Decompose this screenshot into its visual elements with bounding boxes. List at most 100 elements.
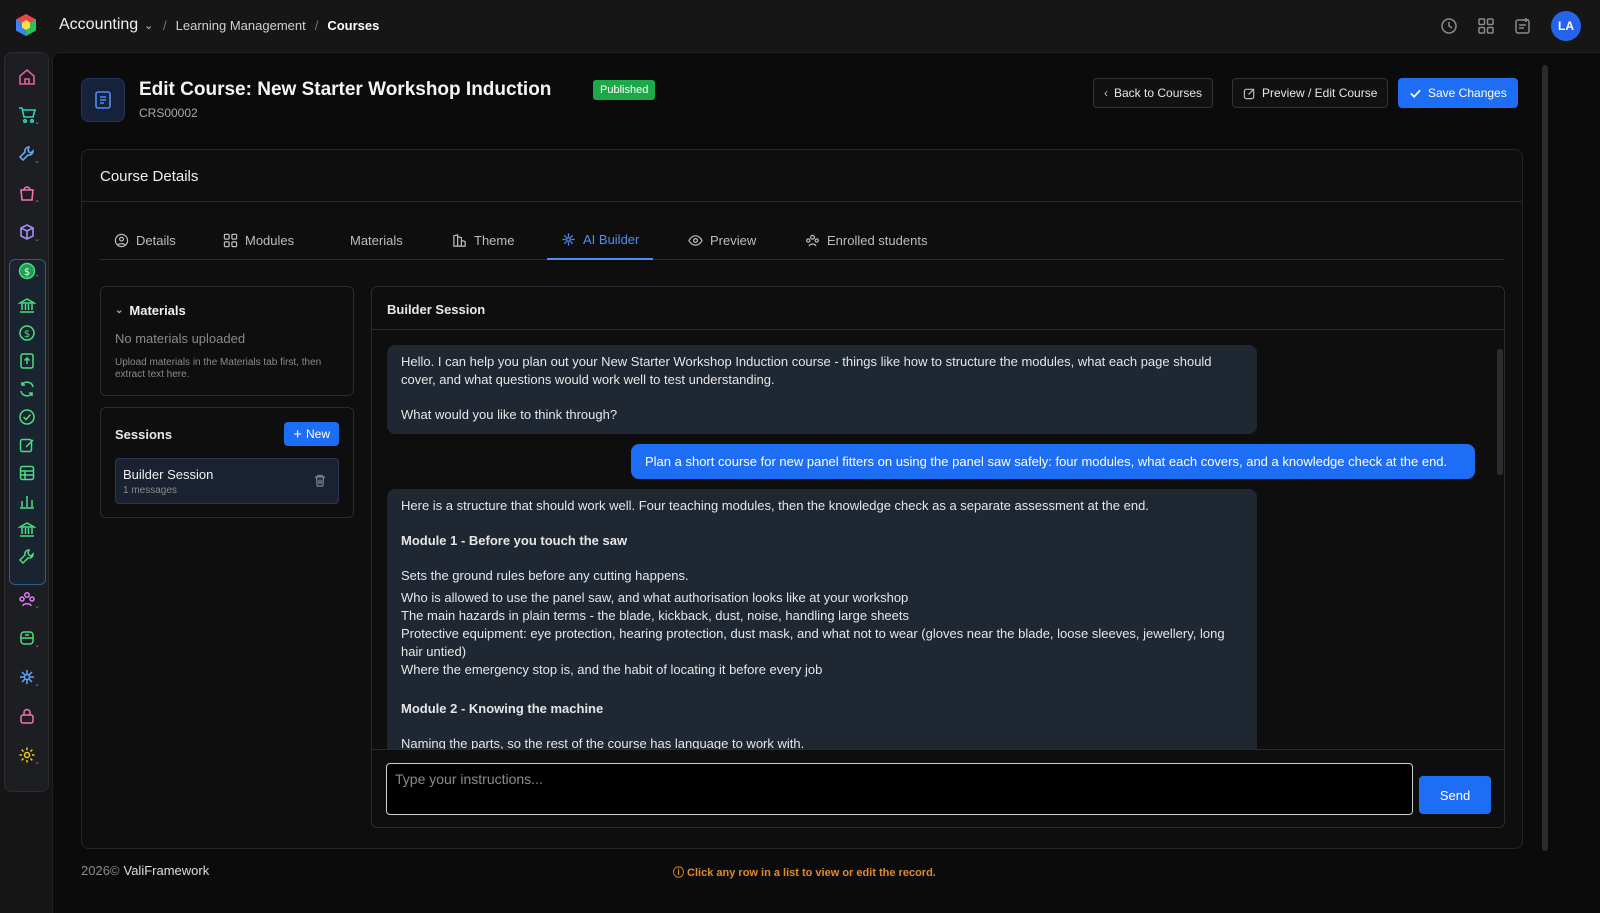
user-message: Plan a short course for new panel fitter… bbox=[631, 444, 1475, 479]
sidebar-item-settings-tools[interactable] bbox=[13, 543, 41, 571]
page-scrollbar[interactable] bbox=[1539, 53, 1551, 879]
sidebar-item-ai[interactable]: ⌄ bbox=[13, 663, 41, 691]
scrollbar-thumb[interactable] bbox=[1497, 349, 1503, 475]
message-text: What would you like to think through? bbox=[401, 407, 618, 422]
tab-enrolled-students[interactable]: Enrolled students bbox=[805, 220, 927, 260]
new-session-button[interactable]: + New bbox=[284, 422, 339, 446]
tab-theme[interactable]: Theme bbox=[452, 220, 514, 260]
expand-chevron-icon: ⌄ bbox=[34, 759, 40, 766]
theme-icon bbox=[453, 233, 466, 247]
expand-chevron-icon: ⌄ bbox=[34, 236, 40, 243]
sidebar-item-sales[interactable]: ⌄ bbox=[13, 101, 41, 129]
chat-header: Builder Session bbox=[372, 287, 1504, 330]
app-logo-icon[interactable] bbox=[14, 13, 38, 37]
chat-title: Builder Session bbox=[387, 302, 486, 317]
bar-chart-icon bbox=[20, 496, 34, 509]
tab-label: Theme bbox=[474, 232, 515, 248]
message-text: Sets the ground rules before any cutting… bbox=[401, 568, 689, 583]
sidebar-item-learning[interactable]: ⌄ bbox=[13, 624, 41, 652]
materials-toggle[interactable]: ⌄ Materials bbox=[115, 303, 186, 318]
sidebar-item-banking[interactable] bbox=[13, 291, 41, 319]
send-button[interactable]: Send bbox=[1419, 776, 1491, 814]
save-changes-button[interactable]: Save Changes bbox=[1398, 78, 1518, 108]
tab-modules[interactable]: Modules bbox=[223, 220, 294, 260]
session-name: Builder Session bbox=[123, 467, 214, 482]
footer-brand: ValiFramework bbox=[123, 863, 210, 878]
chat-scrollbar[interactable] bbox=[1496, 335, 1504, 749]
sidebar-item-home[interactable] bbox=[13, 63, 41, 91]
expand-chevron-icon: ⌄ bbox=[34, 197, 40, 204]
ledger-icon bbox=[19, 465, 35, 481]
notes-icon[interactable] bbox=[1514, 17, 1532, 35]
footer-hint: ⓘ Click any row in a list to view or edi… bbox=[673, 867, 936, 879]
divider bbox=[82, 201, 1522, 202]
message-list-item: Who is allowed to use the panel saw, and… bbox=[401, 590, 909, 605]
main-content: Edit Course: New Starter Workshop Induct… bbox=[52, 52, 1600, 913]
tab-details[interactable]: Details bbox=[114, 220, 176, 260]
svg-text:$: $ bbox=[24, 267, 30, 278]
trash-icon[interactable] bbox=[314, 474, 326, 487]
app-switcher[interactable]: Accounting ⌄ bbox=[59, 16, 153, 34]
card-title: Course Details bbox=[100, 168, 199, 185]
preview-button-label: Preview / Edit Course bbox=[1262, 86, 1378, 100]
scrollbar-thumb[interactable] bbox=[1542, 65, 1548, 851]
plus-icon: + bbox=[293, 425, 302, 443]
sidebar-item-security[interactable] bbox=[13, 702, 41, 730]
grid-icon bbox=[223, 233, 238, 247]
refresh-icon bbox=[20, 381, 34, 397]
sidebar-item-edit[interactable] bbox=[13, 431, 41, 459]
clock-icon[interactable] bbox=[1440, 17, 1458, 35]
tab-label: Enrolled students bbox=[827, 232, 928, 248]
sidebar-item-people[interactable]: ⌄ bbox=[13, 585, 41, 613]
tab-label: AI Builder bbox=[583, 231, 640, 247]
check-circle-icon bbox=[19, 409, 35, 425]
breadcrumb-learning-management[interactable]: Learning Management bbox=[176, 18, 306, 33]
sidebar-item-accounting[interactable]: $ ⌃ bbox=[13, 257, 41, 285]
tab-materials[interactable]: Materials bbox=[350, 220, 403, 260]
ai-icon bbox=[562, 232, 575, 246]
sessions-panel: Sessions + New Builder Session 1 message… bbox=[100, 407, 354, 518]
sidebar-item-reports[interactable] bbox=[13, 487, 41, 515]
chevron-down-icon: ⌄ bbox=[144, 19, 154, 32]
user-avatar[interactable]: LA bbox=[1551, 11, 1581, 41]
back-button-label: Back to Courses bbox=[1114, 86, 1203, 100]
sidebar-item-upload[interactable] bbox=[13, 347, 41, 375]
page-title: Edit Course: New Starter Workshop Induct… bbox=[139, 79, 552, 100]
materials-empty-text: No materials uploaded bbox=[115, 331, 246, 346]
chat-messages[interactable]: Hello. I can help you plan out your New … bbox=[372, 331, 1492, 749]
builder-session-panel: Builder Session Hello. I can help you pl… bbox=[371, 286, 1505, 828]
expand-chevron-icon: ⌄ bbox=[34, 642, 40, 649]
materials-title: Materials bbox=[129, 303, 186, 318]
tab-label: Preview bbox=[710, 232, 757, 248]
chat-instructions-input[interactable] bbox=[386, 763, 1413, 815]
edit-icon bbox=[1243, 87, 1255, 99]
sidebar-item-payments[interactable]: $ bbox=[13, 319, 41, 347]
message-list-item: Protective equipment: eye protection, he… bbox=[401, 626, 1225, 659]
sidebar-item-tools[interactable]: ⌄ bbox=[13, 140, 41, 168]
preview-edit-course-button[interactable]: Preview / Edit Course bbox=[1232, 78, 1389, 108]
sidebar-item-ledger[interactable] bbox=[13, 459, 41, 487]
lock-icon bbox=[20, 708, 34, 724]
course-details-card: Course Details Details Modules Materials… bbox=[81, 149, 1523, 849]
course-icon bbox=[81, 78, 125, 122]
sidebar-item-purchasing[interactable]: ⌄ bbox=[13, 179, 41, 207]
message-list-item: Where the emergency stop is, and the hab… bbox=[401, 662, 823, 677]
breadcrumb-separator: / bbox=[163, 18, 167, 33]
sidebar-item-settings[interactable]: ⌄ bbox=[13, 741, 41, 769]
tab-ai-builder[interactable]: AI Builder bbox=[547, 220, 654, 260]
chat-composer: Send bbox=[372, 749, 1504, 828]
users-icon bbox=[806, 234, 819, 246]
message-list-item: The main hazards in plain terms - the bl… bbox=[401, 608, 909, 623]
sidebar-item-recurring[interactable] bbox=[13, 375, 41, 403]
materials-hint: Upload materials in the Materials tab fi… bbox=[115, 357, 322, 380]
send-button-label: Send bbox=[1439, 787, 1471, 803]
tab-preview[interactable]: Preview bbox=[688, 220, 756, 260]
session-item[interactable]: Builder Session 1 messages bbox=[115, 458, 339, 504]
back-to-courses-button[interactable]: ‹ Back to Courses bbox=[1093, 78, 1214, 108]
sidebar-item-inventory[interactable]: ⌄ bbox=[13, 218, 41, 246]
chevron-left-icon: ‹ bbox=[1104, 86, 1108, 100]
apps-grid-icon[interactable] bbox=[1477, 17, 1495, 35]
file-upload-icon bbox=[20, 353, 34, 369]
sidebar-item-approvals[interactable] bbox=[13, 403, 41, 431]
sidebar-item-institutions[interactable] bbox=[13, 515, 41, 543]
